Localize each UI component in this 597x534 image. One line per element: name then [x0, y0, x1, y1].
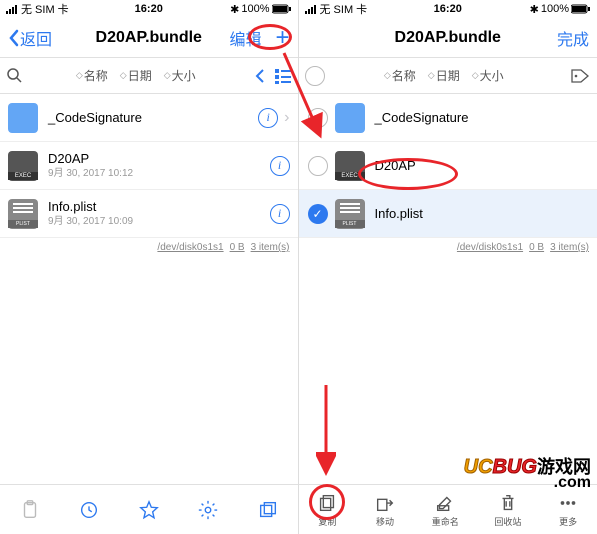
right-pane: 无 SIM 卡 16:20 ✱ 100% D20AP.bundle 完成 ◇名称…	[299, 0, 597, 534]
disk-summary: /dev/disk0s1s10 B3 item(s)	[299, 238, 597, 257]
more-button[interactable]: 更多	[557, 492, 579, 528]
select-circle[interactable]	[308, 156, 328, 176]
sort-name-button[interactable]: ◇名称	[76, 67, 108, 84]
clock: 16:20	[0, 3, 298, 15]
info-icon[interactable]: i	[258, 108, 278, 128]
list-item-selected[interactable]: ✓ Info.plist	[299, 190, 597, 238]
chevron-right-icon: ›	[284, 109, 289, 127]
view-grid-icon[interactable]	[274, 67, 292, 85]
page-title: D20AP.bundle	[299, 29, 597, 47]
done-button[interactable]: 完成	[557, 26, 589, 50]
favorite-button[interactable]	[138, 499, 160, 521]
view-back-icon[interactable]	[254, 67, 268, 85]
list-item[interactable]: _CodeSignature	[299, 94, 597, 142]
checkmark-icon[interactable]: ✓	[308, 204, 328, 224]
sort-size-button[interactable]: ◇大小	[164, 67, 196, 84]
list-item[interactable]: D20AP9月 30, 2017 10:12 i	[0, 142, 298, 190]
sort-date-button[interactable]: ◇日期	[120, 67, 152, 84]
search-icon[interactable]	[6, 67, 24, 85]
back-button[interactable]: 返回	[8, 26, 52, 50]
info-icon[interactable]: i	[270, 156, 290, 176]
clipboard-button[interactable]	[19, 499, 41, 521]
status-bar: 无 SIM 卡 16:20 ✱ 100%	[0, 0, 298, 18]
add-button[interactable]: +	[275, 26, 289, 50]
recent-button[interactable]	[78, 499, 100, 521]
file-list: _CodeSignature D20AP ✓ Info.plist	[299, 94, 597, 238]
disk-summary: /dev/disk0s1s10 B3 item(s)	[0, 238, 298, 257]
list-item[interactable]: D20AP	[299, 142, 597, 190]
settings-button[interactable]	[197, 499, 219, 521]
folder-icon	[8, 103, 38, 133]
folder-icon	[335, 103, 365, 133]
trash-button[interactable]: 回收站	[494, 492, 521, 528]
sort-name-button[interactable]: ◇名称	[384, 67, 416, 84]
select-circle[interactable]	[308, 108, 328, 128]
select-all-button[interactable]	[305, 66, 325, 86]
move-button[interactable]: 移动	[374, 492, 396, 528]
nav-bar: 返回 D20AP.bundle 编辑 +	[0, 18, 298, 58]
plist-icon	[335, 199, 365, 229]
watermark: UCBUG游戏网 .com	[464, 458, 591, 490]
exec-icon	[335, 151, 365, 181]
edit-button[interactable]: 编辑	[229, 26, 261, 50]
clock: 16:20	[299, 3, 597, 15]
list-item[interactable]: Info.plist9月 30, 2017 10:09 i	[0, 190, 298, 238]
sort-size-button[interactable]: ◇大小	[472, 67, 504, 84]
status-bar: 无 SIM 卡 16:20 ✱ 100%	[299, 0, 597, 18]
exec-icon	[8, 151, 38, 181]
nav-bar: D20AP.bundle 完成	[299, 18, 597, 58]
sort-toolbar: ◇名称 ◇日期 ◇大小	[0, 58, 298, 94]
sort-toolbar: ◇名称 ◇日期 ◇大小	[299, 58, 597, 94]
left-pane: 无 SIM 卡 16:20 ✱ 100% 返回 D20AP.bundle 编辑 …	[0, 0, 299, 534]
rename-button[interactable]: 重命名	[432, 492, 459, 528]
bottom-toolbar	[0, 484, 298, 534]
plist-icon	[8, 199, 38, 229]
info-icon[interactable]: i	[270, 204, 290, 224]
file-list: _CodeSignature i › D20AP9月 30, 2017 10:1…	[0, 94, 298, 238]
list-item[interactable]: _CodeSignature i ›	[0, 94, 298, 142]
windows-button[interactable]	[257, 499, 279, 521]
tag-icon[interactable]	[569, 67, 591, 85]
copy-button[interactable]: 复制	[316, 492, 338, 528]
bottom-toolbar: 复制 移动 重命名 回收站 更多	[299, 484, 597, 534]
sort-date-button[interactable]: ◇日期	[428, 67, 460, 84]
